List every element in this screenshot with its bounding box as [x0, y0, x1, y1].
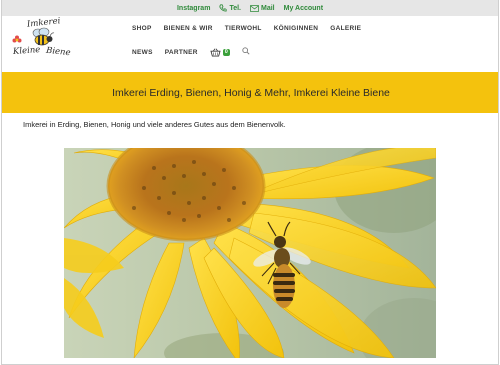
main-navigation: SHOP BIENEN & WIR TIERWOHL KÖNIGINNEN GA… — [132, 16, 362, 64]
instagram-link[interactable]: Instagram — [177, 5, 210, 12]
basket-icon — [210, 47, 221, 57]
logo-text-line3: Biene — [45, 45, 71, 59]
site-header: Imkerei Kleine Biene SHOP BIENEN & WIR T… — [2, 16, 498, 72]
cart-button[interactable]: 0 — [210, 47, 231, 57]
nav-item-tierwohl[interactable]: TIERWOHL — [225, 25, 262, 32]
mail-link[interactable]: Mail — [250, 5, 275, 12]
phone-link[interactable]: Tel. — [219, 4, 241, 12]
sunflower-illustration — [64, 148, 436, 358]
site-logo[interactable]: Imkerei Kleine Biene — [12, 16, 76, 69]
nav-item-shop[interactable]: SHOP — [132, 25, 152, 32]
top-utility-bar: Instagram Tel. Mail My Account — [2, 0, 498, 16]
sunflower-bee-photo — [64, 148, 436, 358]
instagram-link-label: Instagram — [176, 4, 211, 12]
my-account-link-label: My Account — [283, 4, 324, 12]
intro-text: Imkerei in Erding, Bienen, Honig und vie… — [23, 120, 286, 129]
phone-link-label: Tel. — [229, 4, 241, 12]
nav-item-galerie[interactable]: GALERIE — [330, 25, 361, 32]
nav-item-news[interactable]: NEWS — [132, 49, 153, 56]
nav-item-koeniginnen[interactable]: KÖNIGINNEN — [274, 25, 319, 32]
search-button[interactable] — [242, 47, 250, 57]
search-icon — [242, 47, 250, 55]
flower-logo-icon — [12, 35, 22, 43]
my-account-link[interactable]: My Account — [284, 5, 323, 12]
page: Instagram Tel. Mail My Account Imkerei K… — [1, 0, 499, 365]
cart-count-badge: 0 — [222, 48, 231, 56]
phone-icon — [219, 4, 228, 12]
mail-link-label: Mail — [260, 4, 275, 12]
logo-text-line2: Kleine — [12, 45, 41, 57]
mail-icon — [250, 4, 259, 12]
nav-item-bienen-wir[interactable]: BIENEN & WIR — [164, 25, 213, 32]
page-title: Imkerei Erding, Bienen, Honig & Mehr, Im… — [112, 86, 390, 99]
nav-item-partner[interactable]: PARTNER — [165, 49, 198, 56]
page-title-banner: Imkerei Erding, Bienen, Honig & Mehr, Im… — [2, 72, 498, 113]
